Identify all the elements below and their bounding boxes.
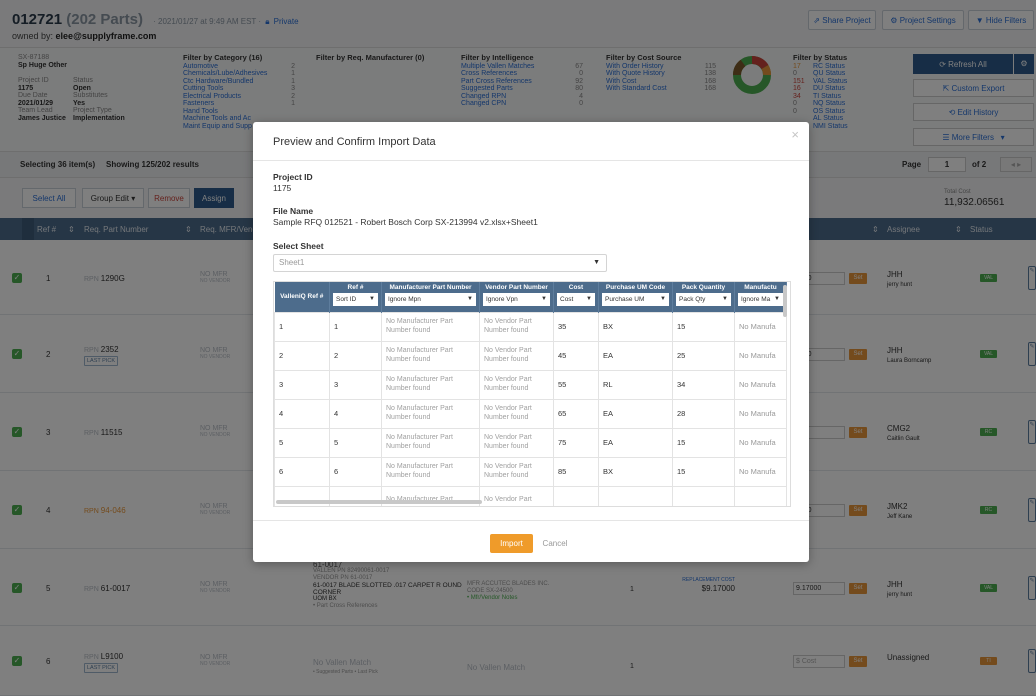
preview-cell: No Vendor Part Number found [479,456,554,487]
preview-cell: No Manufacturer Part Number found [381,340,480,371]
column-header: Pack Quantity Pack Qty ▼ [672,282,735,312]
preview-cell [672,485,735,506]
preview-row: 3 3 No Manufacturer Part Number found No Ve… [274,369,787,400]
column-header: Ref # Sort ID ▼ [329,282,382,312]
import-button[interactable]: Import [490,534,533,553]
preview-cell: No Vendor Part Number found [479,340,554,371]
column-header: Purchase UM Code Purchase UM ▼ [598,282,673,312]
column-header: Cost Cost ▼ [553,282,599,312]
preview-cell: 65 [553,398,599,429]
preview-cell: 6 [274,456,330,487]
preview-cell: EA [598,398,673,429]
preview-cell: 4 [329,398,382,429]
preview-cell: No Vendor Part Number found [479,311,554,342]
preview-cell: No Manufacturer Part Number found [381,369,480,400]
preview-cell: No Manufa [734,456,787,487]
close-icon[interactable]: × [791,127,799,142]
preview-cell: EA [598,427,673,458]
preview-cell: No Vendor Part Number found [479,427,554,458]
preview-cell: 15 [672,427,735,458]
preview-cell: No Manufa [734,340,787,371]
column-header: Manufacturer Part Number Ignore Mpn ▼ [381,282,480,312]
cancel-button[interactable]: Cancel [540,534,570,553]
caret-down-icon: ▼ [593,259,600,266]
preview-cell: 35 [553,311,599,342]
preview-row: 4 4 No Manufacturer Part Number found No Ve… [274,398,787,429]
preview-cell: No Manufa [734,398,787,429]
import-preview-table[interactable]: ValleniQ Ref # Ref # Sort ID ▼ Manufacturer … [273,281,791,507]
preview-cell: 75 [553,427,599,458]
vertical-scrollbar[interactable] [783,285,787,317]
preview-row: 2 2 No Manufacturer Part Number found No Ve… [274,340,787,371]
preview-table: ValleniQ Ref # Ref # Sort ID ▼ Manufacturer … [274,282,787,506]
preview-cell: No Manufa [734,311,787,342]
preview-cell: 3 [329,369,382,400]
caret-down-icon: ▼ [467,296,473,302]
caret-down-icon: ▼ [586,296,592,302]
preview-cell: BX [598,456,673,487]
divider [253,160,809,161]
preview-row: 6 6 No Manufacturer Part Number found No Ve… [274,456,787,487]
horizontal-scrollbar[interactable] [276,500,482,504]
preview-cell [553,485,599,506]
preview-cell [734,485,787,506]
preview-cell: 25 [672,340,735,371]
preview-cell: 15 [672,456,735,487]
preview-cell: No Vendor Part Number found [479,398,554,429]
preview-cell: 2 [274,340,330,371]
project-id-value: 1175 [273,183,292,193]
caret-down-icon: ▼ [774,296,780,302]
preview-cell: EA [598,340,673,371]
preview-cell: 4 [274,398,330,429]
preview-cell: 45 [553,340,599,371]
preview-cell: 6 [329,456,382,487]
preview-cell: No Manufacturer Part Number found [381,456,480,487]
column-mapping-select[interactable]: Ignore Ma ▼ [738,293,783,306]
column-mapping-select[interactable]: Ignore Vpn ▼ [483,293,550,306]
preview-row: 5 5 No Manufacturer Part Number found No Ve… [274,427,787,458]
preview-cell: 1 [329,311,382,342]
import-preview-modal: Preview and Confirm Import Data × Projec… [253,122,809,562]
caret-down-icon: ▼ [369,296,375,302]
file-name-value: Sample RFQ 012521 - Robert Bosch Corp SX… [273,217,538,227]
preview-cell: 3 [274,369,330,400]
column-mapping-select[interactable]: Cost ▼ [557,293,595,306]
preview-cell: No Manufa [734,369,787,400]
sheet-select[interactable]: Sheet1 ▼ [273,254,607,272]
column-header: Manufactu Ignore Ma ▼ [734,282,787,312]
preview-cell: RL [598,369,673,400]
preview-row: 1 1 No Manufacturer Part Number found No Ve… [274,311,787,342]
preview-cell: 15 [672,311,735,342]
preview-cell: No Manufa [734,427,787,458]
column-mapping-select[interactable]: Purchase UM ▼ [602,293,669,306]
preview-cell: No Manufacturer Part Number found [381,427,480,458]
preview-cell: 2 [329,340,382,371]
preview-cell: 34 [672,369,735,400]
column-mapping-select[interactable]: Sort ID ▼ [333,293,378,306]
preview-cell: 1 [274,311,330,342]
preview-cell: No Vendor Part [479,485,554,506]
preview-cell: BX [598,311,673,342]
caret-down-icon: ▼ [660,296,666,302]
preview-cell: 5 [274,427,330,458]
divider [253,520,809,521]
column-mapping-select[interactable]: Ignore Mpn ▼ [385,293,476,306]
modal-title: Preview and Confirm Import Data [273,136,436,148]
preview-cell: 55 [553,369,599,400]
preview-cell: No Manufacturer Part Number found [381,311,480,342]
caret-down-icon: ▼ [722,296,728,302]
column-header: ValleniQ Ref # [274,282,330,312]
preview-cell: No Manufacturer Part Number found [381,398,480,429]
preview-cell: No Vendor Part Number found [479,369,554,400]
column-header: Vendor Part Number Ignore Vpn ▼ [479,282,554,312]
preview-cell [598,485,673,506]
preview-cell: 5 [329,427,382,458]
column-mapping-select[interactable]: Pack Qty ▼ [676,293,731,306]
preview-cell: 28 [672,398,735,429]
preview-cell: 85 [553,456,599,487]
caret-down-icon: ▼ [541,296,547,302]
